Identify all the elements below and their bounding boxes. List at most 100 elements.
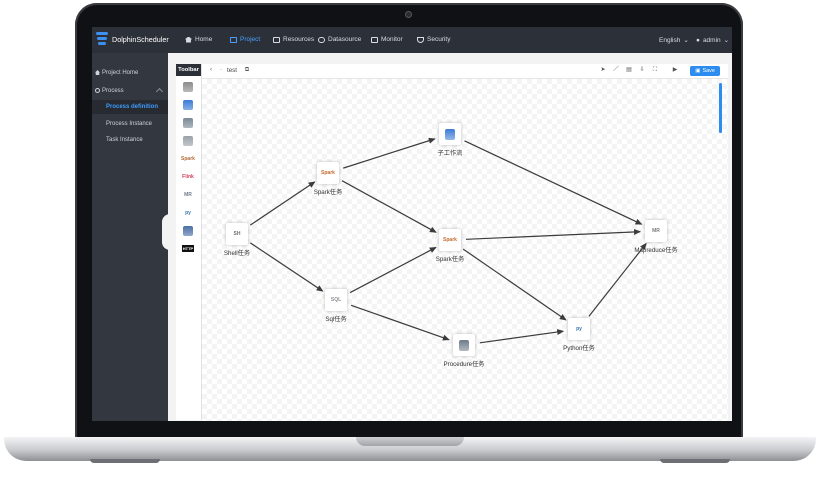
task-node-spark2[interactable]: Spark Spark任务: [436, 229, 464, 263]
home-icon: [185, 36, 192, 43]
user-name: admin: [702, 36, 721, 44]
task-node-sub[interactable]: 子工作流: [438, 123, 462, 157]
task-node-spark1[interactable]: Spark Spark任务: [314, 162, 342, 196]
sidebar-item-process[interactable]: Process: [92, 84, 168, 98]
sidebar-item-project-home[interactable]: Project Home: [92, 66, 168, 80]
spark-tool[interactable]: Spark: [181, 152, 195, 165]
canvas-scrollbar[interactable]: [719, 83, 722, 133]
task-node-label: Mapreduce任务: [634, 247, 678, 254]
python-icon: py: [185, 209, 191, 216]
task-node-box[interactable]: SQL: [325, 289, 347, 311]
sub-process-icon: [183, 99, 193, 110]
edge-python-mr[interactable]: [588, 242, 647, 317]
task-node-box[interactable]: MR: [645, 220, 667, 242]
folder-icon: [273, 36, 280, 43]
nav-resources-label: Resources: [283, 36, 315, 43]
nav-security[interactable]: Security: [417, 36, 450, 43]
edge-proc-python[interactable]: [479, 329, 565, 344]
chevron-down-icon: ⌄: [723, 37, 730, 44]
task-node-shell[interactable]: SH Shell任务: [224, 223, 250, 257]
save-button[interactable]: ▣ Save: [690, 66, 720, 76]
sidebar-collapse-handle[interactable]: [162, 214, 172, 250]
task-node-proc[interactable]: Procedure任务: [444, 334, 484, 368]
copy-icon[interactable]: ⧉: [244, 67, 250, 73]
sidebar-item-label: Project Home: [102, 70, 139, 76]
nav-resources[interactable]: Resources: [273, 36, 314, 43]
top-navigation: DolphinScheduler Home Project Resources …: [92, 27, 732, 53]
spark-task-icon: Spark: [443, 237, 457, 243]
brand[interactable]: DolphinScheduler: [96, 31, 169, 48]
dag-canvas[interactable]: SH Shell任务 Spark Spark任务 SQL Sql任务 子工作流 Spark Sp…: [202, 79, 728, 421]
language-label: English: [659, 36, 681, 44]
python-task-icon: py: [576, 326, 582, 332]
spark-task-icon: Spark: [321, 170, 335, 176]
mr-task-icon: MR: [652, 228, 660, 234]
mapreduce-tool[interactable]: MR: [181, 188, 195, 201]
laptop-notch: [356, 437, 464, 446]
task-node-label: 子工作流: [437, 150, 463, 157]
sub-task-icon: [445, 128, 455, 140]
task-node-box[interactable]: Spark: [439, 229, 461, 251]
shell-task-icon: SH: [233, 231, 241, 237]
editor-topbar: ‹ · test ⧉ ➤ ／ ▤ ⇩ ⛶ ▶ ▣ Save: [202, 64, 728, 79]
nav-monitor-label: Monitor: [381, 36, 403, 43]
back-icon[interactable]: ‹: [208, 67, 214, 73]
nav-home[interactable]: Home: [185, 36, 212, 43]
undo-icon[interactable]: ·: [218, 67, 224, 73]
process-name: test: [227, 67, 237, 74]
dependent-icon: [183, 225, 193, 236]
sub-process-tool[interactable]: [181, 98, 195, 111]
user-menu[interactable]: ● admin ⌄: [696, 36, 730, 45]
gear-icon: [95, 88, 100, 93]
folder-icon: [230, 36, 237, 43]
task-node-box[interactable]: Spark: [317, 162, 339, 184]
sidebar-item-task-instance[interactable]: Task Instance: [92, 133, 168, 147]
fullscreen-icon[interactable]: ⛶: [652, 67, 658, 73]
nav-project-label: Project: [240, 36, 261, 43]
flink-tool[interactable]: Flink: [181, 170, 195, 183]
laptop-foot: [90, 459, 160, 463]
nav-security-label: Security: [427, 36, 451, 43]
home-icon: [95, 70, 100, 75]
play-icon[interactable]: ▶: [672, 67, 678, 73]
chevron-up-icon: [155, 87, 164, 96]
task-node-python[interactable]: py Python任务: [563, 318, 595, 352]
delete-icon[interactable]: ▤: [626, 67, 632, 73]
python-tool[interactable]: py: [181, 206, 195, 219]
procedure-tool[interactable]: [181, 116, 195, 129]
sidebar-item-process-definition[interactable]: Process definition: [92, 100, 168, 114]
spark-icon: Spark: [181, 155, 195, 162]
task-node-label: Sql任务: [325, 316, 347, 323]
toolbar-title: Toolbar: [176, 64, 201, 76]
language-selector[interactable]: English ⌄: [659, 36, 689, 45]
task-node-box[interactable]: [439, 123, 461, 145]
download-icon[interactable]: ⇩: [639, 67, 645, 73]
shell-tool[interactable]: [181, 80, 195, 93]
nav-project[interactable]: Project: [230, 36, 260, 43]
task-node-box[interactable]: py: [568, 318, 590, 340]
sql-icon: [183, 135, 193, 146]
task-node-mr[interactable]: MR Mapreduce任务: [634, 220, 678, 254]
pointer-icon[interactable]: ➤: [600, 67, 606, 73]
database-icon: [318, 36, 325, 43]
chevron-down-icon: ⌄: [683, 37, 689, 44]
flink-icon: Flink: [182, 173, 194, 180]
shell-icon: [183, 81, 193, 92]
task-node-box[interactable]: [453, 334, 475, 356]
user-icon: ●: [696, 36, 700, 44]
proc-task-icon: [459, 339, 469, 351]
nav-monitor[interactable]: Monitor: [371, 36, 403, 43]
edge-spark2-mr[interactable]: [465, 228, 642, 240]
task-node-box[interactable]: SH: [226, 223, 248, 245]
sql-tool[interactable]: [181, 134, 195, 147]
sidebar-item-label: Process: [102, 88, 124, 94]
nav-datasource[interactable]: Datasource: [318, 36, 361, 43]
task-toolbar: Toolbar Spark Flink MR py HTTP: [176, 64, 202, 420]
dependent-tool[interactable]: [181, 224, 195, 237]
sidebar-item-label: Process definition: [106, 104, 159, 110]
save-button-label: Save: [702, 68, 715, 74]
save-icon: ▣: [695, 68, 701, 74]
line-icon[interactable]: ／: [613, 67, 619, 73]
task-node-sql[interactable]: SQL Sql任务: [325, 289, 347, 323]
sidebar-item-process-instance[interactable]: Process Instance: [92, 117, 168, 131]
